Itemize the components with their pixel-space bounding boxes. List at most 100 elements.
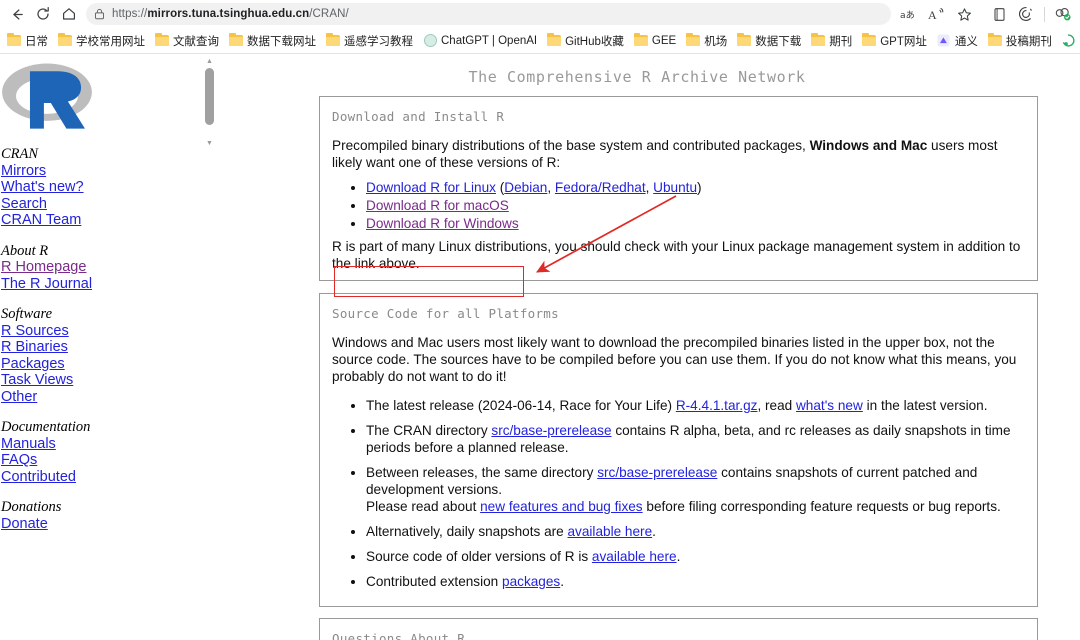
panel-heading: Questions About R xyxy=(332,631,466,640)
bookmark-item[interactable]: 机场 xyxy=(681,30,732,51)
list-item: Download R for Windows xyxy=(366,215,1025,232)
panel-heading: Download and Install R xyxy=(332,109,505,124)
ubuntu-link[interactable]: Ubuntu xyxy=(653,180,697,195)
back-button[interactable] xyxy=(4,2,30,26)
bookmark-item[interactable]: GEE xyxy=(629,30,681,51)
whats-new-link[interactable]: what's new xyxy=(796,398,863,413)
folder-icon xyxy=(737,32,752,48)
bookmark-label: 遥感学习教程 xyxy=(344,35,413,48)
sidebar-item-whats-new[interactable]: What's new? xyxy=(1,179,192,196)
list-item: Contributed extension packages. xyxy=(366,573,1025,590)
bookmark-item[interactable]: 期刊 xyxy=(806,30,857,51)
home-button[interactable] xyxy=(56,2,82,26)
scrollbar-thumb[interactable] xyxy=(205,68,214,125)
toolbar-right-icons: aあ A xyxy=(897,2,1076,26)
browser-essentials-icon[interactable] xyxy=(1013,2,1039,26)
extension-shield-icon[interactable] xyxy=(1050,2,1076,26)
sidebar-item-contributed[interactable]: Contributed xyxy=(1,469,192,486)
list-item: Between releases, the same directory src… xyxy=(366,464,1025,515)
bookmark-item[interactable]: 学校常用网址 xyxy=(53,30,150,51)
bookmark-item[interactable]: 日常 xyxy=(2,30,53,51)
bullet-text: Contributed extension xyxy=(366,574,503,589)
folder-icon xyxy=(811,32,826,48)
source-bullet-list: The latest release (2024-06-14, Race for… xyxy=(332,397,1025,590)
read-aloud-icon[interactable]: aあ xyxy=(897,2,923,26)
browser-toolbar: https://mirrors.tuna.tsinghua.edu.cn/CRA… xyxy=(0,0,1080,28)
sidebar-item-donate[interactable]: Donate xyxy=(1,516,192,533)
scroll-down-arrow-icon[interactable]: ▼ xyxy=(202,138,217,148)
sidebar-item-task-views[interactable]: Task Views xyxy=(1,372,192,389)
url-text: https://mirrors.tuna.tsinghua.edu.cn/CRA… xyxy=(112,8,349,20)
bookmark-item[interactable]: 投稿期刊 xyxy=(983,30,1057,51)
download-footer-text: R is part of many Linux distributions, y… xyxy=(332,239,1021,271)
bullet-text: before filing corresponding feature requ… xyxy=(642,499,1001,514)
debian-link[interactable]: Debian xyxy=(504,180,547,195)
tongyi-icon xyxy=(937,34,951,48)
sidebar-item-r-homepage[interactable]: R Homepage xyxy=(1,259,192,276)
sidebar-item-r-binaries[interactable]: R Binaries xyxy=(1,339,192,356)
download-intro-text: Precompiled binary distributions of the … xyxy=(332,137,1025,171)
sidebar-item-r-sources[interactable]: R Sources xyxy=(1,323,192,340)
list-item: The CRAN directory src/base-prerelease c… xyxy=(366,422,1025,456)
sidebar-item-packages[interactable]: Packages xyxy=(1,356,192,373)
sidebar-group-heading: Documentation xyxy=(1,419,91,435)
collections-icon[interactable] xyxy=(986,2,1012,26)
bullet-text: in the latest version. xyxy=(862,398,988,413)
bullet-text: Please read about xyxy=(366,499,481,514)
sidebar-frame-scrollbar[interactable]: ▲ ▼ xyxy=(202,56,217,148)
fedora-redhat-link[interactable]: Fedora/Redhat xyxy=(555,180,646,195)
bullet-text: , read xyxy=(757,398,796,413)
new-features-bug-fixes-link[interactable]: new features and bug fixes xyxy=(480,499,642,514)
sidebar-group-about-r: About R R Homepage The R Journal xyxy=(0,243,192,293)
src-base-prerelease-link[interactable]: src/base-prerelease xyxy=(597,465,717,480)
bookmark-item[interactable]: ChatGPT | OpenAI xyxy=(418,30,542,51)
older-versions-link[interactable]: available here xyxy=(592,549,677,564)
bookmark-label: 数据下载网址 xyxy=(247,35,316,48)
favorite-star-icon[interactable] xyxy=(951,2,977,26)
bookmark-item[interactable]: 数据下载 xyxy=(732,30,806,51)
sidebar-item-other[interactable]: Other xyxy=(1,389,192,406)
bookmark-label: 文献查询 xyxy=(173,35,219,48)
scroll-up-arrow-icon[interactable]: ▲ xyxy=(202,56,217,66)
bullet-text: Alternatively, daily snapshots are xyxy=(366,524,568,539)
folder-icon xyxy=(633,32,648,48)
bookmark-item[interactable]: 公众号 xyxy=(1057,30,1080,51)
bullet-text: Source code of older versions of R is xyxy=(366,549,592,564)
sidebar-group-documentation: Documentation Manuals FAQs Contributed xyxy=(0,419,192,485)
download-r-for-macos-link[interactable]: Download R for macOS xyxy=(366,198,509,213)
sidebar-group-cran: CRAN Mirrors What's new? Search CRAN Tea… xyxy=(0,146,192,229)
bookmark-item[interactable]: GitHub收藏 xyxy=(542,30,629,51)
sidebar-item-cran-team[interactable]: CRAN Team xyxy=(1,212,192,229)
sidebar-item-mirrors[interactable]: Mirrors xyxy=(1,163,192,180)
bookmark-item[interactable]: 数据下载网址 xyxy=(224,30,321,51)
download-install-panel: Download and Install R Precompiled binar… xyxy=(319,96,1038,281)
intro-text-a: Precompiled binary distributions of the … xyxy=(332,138,810,153)
src-base-prerelease-link[interactable]: src/base-prerelease xyxy=(491,423,611,438)
folder-icon xyxy=(686,32,701,48)
sidebar-item-faqs[interactable]: FAQs xyxy=(1,452,192,469)
page-scrollbar[interactable] xyxy=(1076,54,1080,640)
bookmark-label: 日常 xyxy=(25,35,48,48)
bullet-text: The CRAN directory xyxy=(366,423,492,438)
bookmark-label: GPT网址 xyxy=(880,35,927,48)
toolbar-divider xyxy=(1044,6,1045,22)
sidebar-item-the-r-journal[interactable]: The R Journal xyxy=(1,276,192,293)
bookmark-item[interactable]: 遥感学习教程 xyxy=(321,30,418,51)
immersive-reader-icon[interactable]: A xyxy=(924,2,950,26)
download-r-for-linux-link[interactable]: Download R for Linux xyxy=(366,180,496,195)
bookmark-item[interactable]: 文献查询 xyxy=(150,30,224,51)
reload-button[interactable] xyxy=(30,2,56,26)
packages-link[interactable]: packages xyxy=(502,574,560,589)
bullet-text: Between releases, the same directory xyxy=(366,465,598,480)
bullet-text: The latest release (2024-06-14, Race for… xyxy=(366,398,676,413)
sidebar-group-heading: CRAN xyxy=(1,146,39,162)
bookmark-item[interactable]: 通义 xyxy=(932,30,983,51)
sidebar-item-search[interactable]: Search xyxy=(1,196,192,213)
daily-snapshots-link[interactable]: available here xyxy=(568,524,653,539)
r-tarball-link[interactable]: R-4.4.1.tar.gz xyxy=(676,398,758,413)
svg-text:aあ: aあ xyxy=(900,9,915,20)
download-r-for-windows-link[interactable]: Download R for Windows xyxy=(366,216,519,231)
sidebar-item-manuals[interactable]: Manuals xyxy=(1,436,192,453)
address-bar[interactable]: https://mirrors.tuna.tsinghua.edu.cn/CRA… xyxy=(86,3,891,25)
bookmark-item[interactable]: GPT网址 xyxy=(857,30,932,51)
